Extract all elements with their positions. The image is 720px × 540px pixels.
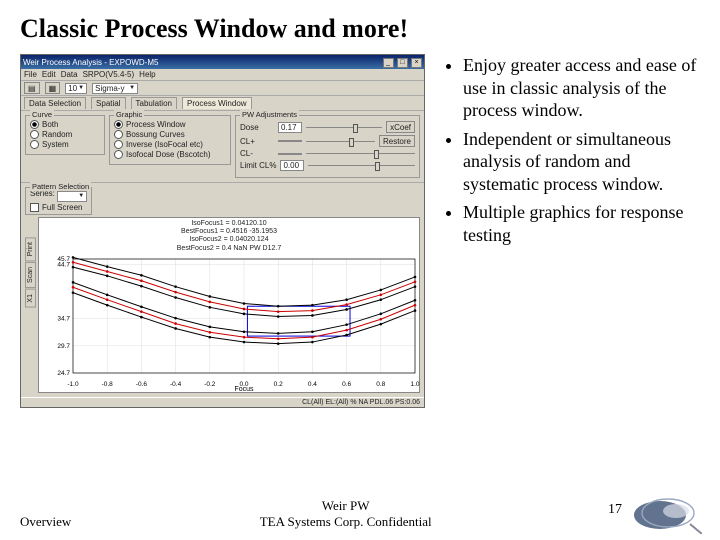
full-screen-check[interactable]: Full Screen bbox=[30, 203, 87, 212]
toolbar-button[interactable]: ▤ bbox=[24, 82, 40, 94]
plot-area: IsoFocus1 = 0.04120.10BestFocus1 = 0.451… bbox=[38, 217, 420, 393]
tab[interactable]: Tabulation bbox=[131, 97, 177, 109]
toolbar: ▤ ▦ 10▼ Sigma-y▼ bbox=[21, 81, 424, 96]
pw-adjust-group: PW Adjustments Dose0.17xCoefCL+RestoreCL… bbox=[235, 115, 420, 178]
bullet-item: Enjoy greater access and ease of use in … bbox=[463, 54, 700, 122]
adjust-slider[interactable] bbox=[308, 162, 415, 169]
svg-text:-0.8: -0.8 bbox=[102, 381, 114, 388]
window-titlebar: Weir Process Analysis - EXPOWD-M5 _ □ × bbox=[21, 55, 424, 69]
svg-text:-0.4: -0.4 bbox=[170, 381, 182, 388]
bullet-list: Enjoy greater access and ease of use in … bbox=[443, 54, 700, 408]
close-icon[interactable]: × bbox=[411, 58, 422, 68]
adjust-slider[interactable] bbox=[306, 138, 375, 145]
svg-text:34.7: 34.7 bbox=[57, 316, 70, 323]
tea-logo-icon bbox=[632, 492, 702, 534]
svg-text:0.6: 0.6 bbox=[342, 381, 351, 388]
primary-tabs: Data Selection Spatial Tabulation Process W… bbox=[21, 96, 424, 111]
bullet-item: Independent or simultaneous analysis of … bbox=[463, 128, 700, 196]
plot-side-tab[interactable]: Scan bbox=[25, 262, 36, 288]
toolbar-value-dropdown[interactable]: 10▼ bbox=[65, 83, 87, 94]
maximize-icon[interactable]: □ bbox=[397, 58, 408, 68]
menu-item[interactable]: Edit bbox=[42, 70, 56, 79]
tab[interactable]: Data Selection bbox=[24, 97, 86, 109]
svg-text:-0.6: -0.6 bbox=[136, 381, 148, 388]
adjust-slider[interactable] bbox=[306, 150, 415, 157]
menu-item[interactable]: File bbox=[24, 70, 37, 79]
graphic-group: Graphic Process WindowBossung CurvesInve… bbox=[109, 115, 231, 165]
app-screenshot: Weir Process Analysis - EXPOWD-M5 _ □ × … bbox=[20, 54, 425, 408]
adjust-value[interactable]: 0.00 bbox=[280, 160, 304, 171]
svg-text:0.4: 0.4 bbox=[308, 381, 317, 388]
tab[interactable]: Spatial bbox=[91, 97, 125, 109]
svg-text:45.7: 45.7 bbox=[57, 256, 70, 263]
footer-center: Weir PW TEA Systems Corp. Confidential bbox=[71, 498, 620, 530]
adjust-row: Limit CL%0.00 bbox=[240, 160, 415, 171]
adjust-extra-button[interactable]: Restore bbox=[379, 135, 415, 147]
toolbar-field-dropdown[interactable]: Sigma-y▼ bbox=[92, 83, 138, 94]
bullet-item: Multiple graphics for response testing bbox=[463, 201, 700, 246]
adjust-row: CL- bbox=[240, 149, 415, 158]
footer-left: Overview bbox=[20, 514, 71, 530]
adjust-slider[interactable] bbox=[306, 124, 382, 131]
adjust-extra-button[interactable]: xCoef bbox=[386, 121, 415, 133]
plot-side-tab[interactable]: X1 bbox=[25, 289, 36, 308]
curve-group: Curve BothRandomSystem bbox=[25, 115, 105, 155]
slide-title: Classic Process Window and more! bbox=[20, 14, 700, 44]
status-bar: CL(All) EL:(All) % NA PDL.06 PS:0.06 bbox=[21, 397, 424, 407]
page-number: 17 bbox=[608, 502, 622, 518]
adjust-row: Dose0.17xCoef bbox=[240, 121, 415, 133]
curve-radio[interactable]: System bbox=[30, 140, 100, 149]
adjust-value[interactable] bbox=[278, 140, 302, 142]
menu-bar: File Edit Data SRPO(V5.4-5) Help bbox=[21, 69, 424, 81]
menu-item[interactable]: SRPO(V5.4-5) bbox=[83, 70, 135, 79]
process-window-chart: -1.0-0.8-0.6-0.4-0.20.00.20.40.60.81.024… bbox=[39, 255, 423, 391]
svg-text:-0.2: -0.2 bbox=[204, 381, 216, 388]
adjust-value[interactable] bbox=[278, 153, 302, 155]
graphic-radio[interactable]: Inverse (IsoFocal etc) bbox=[114, 140, 226, 149]
series-dropdown[interactable]: ▼ bbox=[57, 191, 87, 202]
menu-item[interactable]: Data bbox=[61, 70, 78, 79]
tab[interactable]: Process Window bbox=[182, 97, 252, 109]
svg-text:24.7: 24.7 bbox=[57, 370, 70, 377]
window-title: Weir Process Analysis - EXPOWD-M5 bbox=[23, 58, 158, 67]
svg-text:-1.0: -1.0 bbox=[67, 381, 79, 388]
svg-text:29.7: 29.7 bbox=[57, 343, 70, 350]
plot-header: IsoFocus1 = 0.04120.10BestFocus1 = 0.451… bbox=[39, 218, 419, 256]
graphic-radio[interactable]: Isofocal Dose (Bscotch) bbox=[114, 150, 226, 159]
curve-radio[interactable]: Both bbox=[30, 120, 100, 129]
menu-item[interactable]: Help bbox=[139, 70, 155, 79]
plot-side-tab[interactable]: Print bbox=[25, 237, 36, 261]
svg-text:0.8: 0.8 bbox=[376, 381, 385, 388]
curve-radio[interactable]: Random bbox=[30, 130, 100, 139]
toolbar-button[interactable]: ▦ bbox=[45, 82, 61, 94]
adjust-row: CL+Restore bbox=[240, 135, 415, 147]
svg-text:Focus: Focus bbox=[234, 386, 254, 391]
adjust-value[interactable]: 0.17 bbox=[278, 122, 302, 133]
svg-text:1.0: 1.0 bbox=[410, 381, 419, 388]
graphic-radio[interactable]: Bossung Curves bbox=[114, 130, 226, 139]
minimize-icon[interactable]: _ bbox=[383, 58, 394, 68]
pattern-selection-group: Pattern Selection Series: ▼ Full Screen bbox=[25, 187, 92, 215]
graphic-radio[interactable]: Process Window bbox=[114, 120, 226, 129]
plot-side-tabs: PrintScanX1 bbox=[25, 237, 36, 309]
svg-text:0.2: 0.2 bbox=[274, 381, 283, 388]
